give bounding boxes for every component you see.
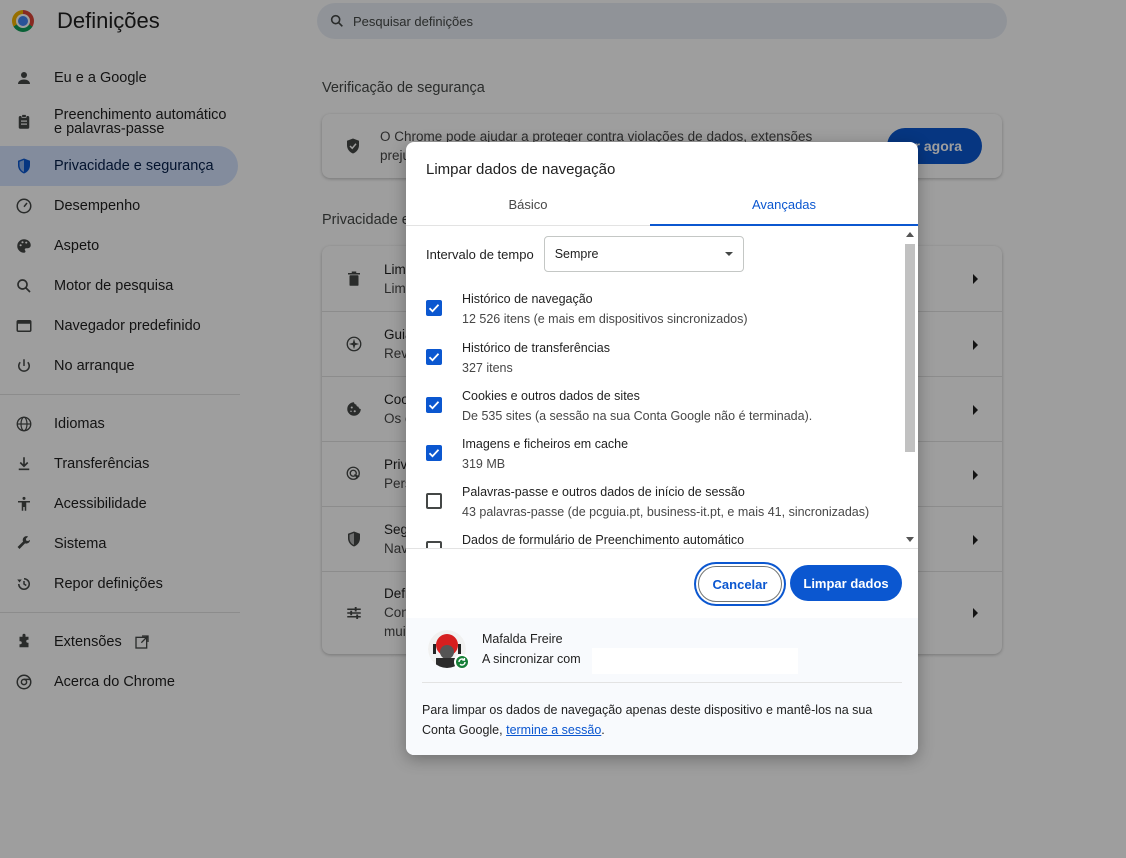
footer-text-body: Para limpar os dados de navegação apenas… (422, 703, 873, 737)
footer-text-end: . (601, 723, 605, 737)
options-scroll-area[interactable]: Intervalo de tempo Sempre Histórico de n… (406, 226, 918, 548)
scrollbar[interactable] (904, 230, 916, 548)
option-detail: 319 MB (462, 457, 506, 471)
option-detail: De 535 sites (a sessão na sua Conta Goog… (462, 409, 813, 423)
option-title: Dados de formulário de Preenchimento aut… (462, 533, 745, 547)
redacted-email (592, 648, 798, 674)
checkmark-icon (428, 401, 440, 410)
clear-browsing-data-dialog: Limpar dados de navegação Básico Avançad… (406, 142, 918, 755)
option-title: Imagens e ficheiros em cache (462, 437, 629, 451)
clear-data-button[interactable]: Limpar dados (790, 565, 902, 601)
dialog-footer: Mafalda Freire A sincronizar com Para li… (406, 618, 918, 755)
dropdown-arrow-icon (724, 252, 733, 256)
dialog-divider (406, 548, 918, 549)
option-detail: 12 526 itens (e mais em dispositivos sin… (462, 312, 748, 326)
time-range-value: Sempre (554, 247, 599, 261)
scrollbar-thumb[interactable] (905, 244, 915, 452)
footer-text: Para limpar os dados de navegação apenas… (422, 700, 902, 740)
tab-basic[interactable]: Básico (406, 190, 650, 225)
checkbox-checked[interactable] (426, 300, 442, 316)
cancel-button[interactable]: Cancelar (698, 566, 782, 602)
tab-advanced[interactable]: Avançadas (650, 190, 918, 226)
checkbox-unchecked[interactable] (426, 541, 442, 548)
time-range-select[interactable]: Sempre (543, 236, 744, 272)
option-detail: 43 palavras-passe (de pcguia.pt, busines… (462, 505, 870, 519)
option-title: Cookies e outros dados de sites (462, 389, 640, 403)
time-range-label: Intervalo de tempo (426, 246, 534, 262)
checkbox-checked[interactable] (426, 445, 442, 461)
footer-divider (422, 682, 902, 683)
sign-out-link[interactable]: termine a sessão (506, 723, 601, 737)
checkmark-icon (428, 304, 440, 313)
option-detail: 327 itens (462, 361, 513, 375)
scroll-up-arrow-icon[interactable] (906, 232, 914, 237)
checkmark-icon (428, 353, 440, 362)
checkbox-checked[interactable] (426, 349, 442, 365)
checkbox-unchecked[interactable] (426, 493, 442, 509)
option-title: Palavras-passe e outros dados de início … (462, 485, 745, 499)
account-sync-status: A sincronizar com (482, 652, 581, 666)
checkmark-icon (428, 449, 440, 458)
sync-icon (454, 654, 470, 670)
scroll-down-arrow-icon[interactable] (906, 537, 914, 542)
time-range-row: Intervalo de tempo Sempre (426, 236, 744, 272)
option-title: Histórico de transferências (462, 341, 610, 355)
checkbox-checked[interactable] (426, 397, 442, 413)
dialog-tabs: Básico Avançadas (406, 190, 918, 226)
dialog-title: Limpar dados de navegação (426, 161, 616, 178)
option-title: Histórico de navegação (462, 292, 593, 306)
account-name: Mafalda Freire (482, 632, 563, 646)
